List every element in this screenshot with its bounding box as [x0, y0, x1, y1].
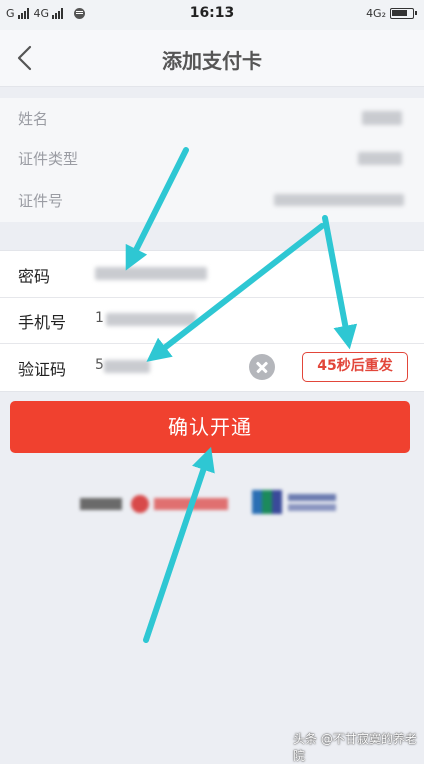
- confirm-open-button[interactable]: 确认开通: [10, 401, 410, 453]
- id-type-row: 证件类型: [0, 138, 424, 178]
- clock: 16:13: [189, 5, 235, 21]
- name-value-blurred: [362, 111, 402, 125]
- password-input[interactable]: [95, 267, 207, 280]
- status-right: 4G₂: [366, 7, 417, 20]
- supported-banks: [80, 488, 350, 518]
- bank-logo-icbc: [80, 495, 228, 513]
- verification-form: 密码 手机号 1 验证码 5 45秒后重发: [0, 250, 424, 392]
- network-label: 4G₂: [366, 7, 386, 20]
- code-row[interactable]: 验证码 5 45秒后重发: [0, 344, 424, 390]
- id-type-value-blurred: [358, 152, 402, 165]
- id-number-label: 证件号: [18, 192, 64, 210]
- name-label: 姓名: [18, 110, 49, 128]
- phone-input[interactable]: [106, 313, 196, 326]
- id-number-value-blurred: [274, 194, 404, 206]
- resend-code-button[interactable]: 45秒后重发: [302, 352, 408, 382]
- code-input[interactable]: [104, 360, 150, 373]
- password-row[interactable]: 密码: [0, 251, 424, 298]
- watermark: 头条 @不甘寂寞的养老院: [293, 732, 417, 763]
- name-row: 姓名: [0, 98, 424, 138]
- nav-bar: 添加支付卡: [0, 30, 424, 87]
- identity-info-section: 姓名 证件类型 证件号: [0, 98, 424, 222]
- password-label: 密码: [18, 267, 51, 286]
- phone-value-prefix: 1: [95, 310, 104, 326]
- code-label: 验证码: [18, 360, 67, 379]
- status-bar: G 4G 16:13 4G₂: [0, 0, 424, 30]
- id-number-row: 证件号: [0, 180, 424, 220]
- clear-input-icon[interactable]: [249, 354, 275, 380]
- id-type-label: 证件类型: [18, 150, 79, 168]
- arrow-to-confirm: [143, 446, 215, 643]
- page-title: 添加支付卡: [162, 49, 262, 73]
- bank-logo-unionpay: [252, 490, 336, 514]
- phone-row[interactable]: 手机号 1: [0, 297, 424, 344]
- battery-icon: [390, 8, 417, 19]
- phone-label: 手机号: [18, 313, 67, 332]
- code-value-prefix: 5: [95, 357, 104, 373]
